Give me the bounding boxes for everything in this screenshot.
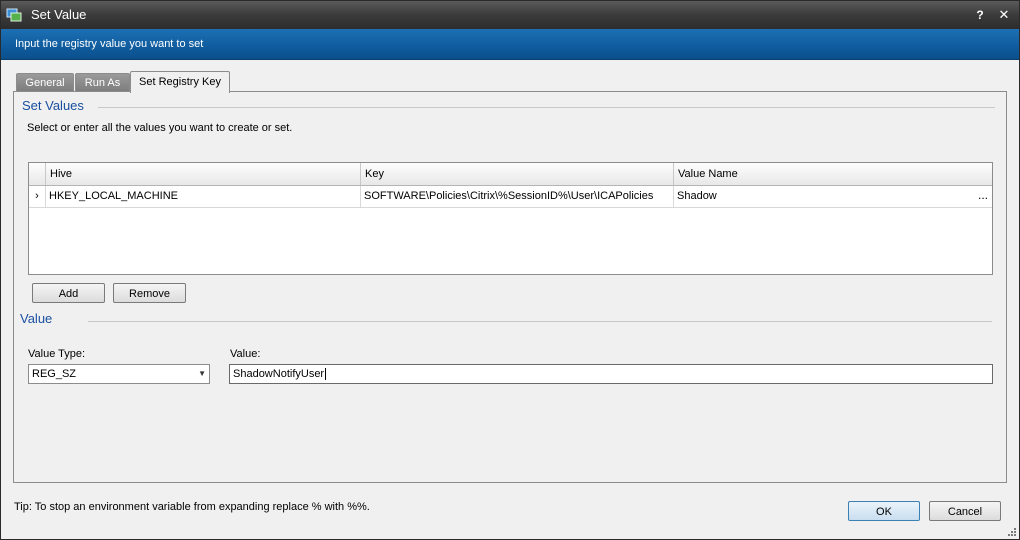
row-indicator-icon: › [35, 190, 39, 202]
value-heading: Value [20, 311, 53, 326]
column-header-value-name[interactable]: Value Name [673, 163, 992, 185]
registry-grid[interactable]: Hive Key Value Name › HKEY_LOCAL_MACHINE… [28, 162, 993, 275]
help-icon[interactable]: ? [971, 6, 989, 24]
value-input[interactable]: ShadowNotifyUser [229, 364, 993, 384]
add-button[interactable]: Add [32, 283, 105, 303]
value-label: Value: [230, 348, 261, 360]
tab-general[interactable]: General [16, 73, 74, 92]
ellipsis-button[interactable]: ... [978, 186, 988, 205]
tip-text: Tip: To stop an environment variable fro… [14, 501, 370, 513]
title-bar[interactable]: Set Value ? ✕ [1, 1, 1019, 29]
value-type-selected: REG_SZ [32, 368, 77, 380]
value-type-select[interactable]: REG_SZ ▼ [28, 364, 210, 384]
cell-key[interactable]: SOFTWARE\Policies\Citrix\%SessionID%\Use… [360, 186, 673, 207]
set-values-description: Select or enter all the values you want … [27, 122, 293, 134]
remove-button[interactable]: Remove [113, 283, 186, 303]
app-icon [6, 8, 22, 22]
ok-button[interactable]: OK [848, 501, 920, 521]
tab-set-registry-key[interactable]: Set Registry Key [130, 71, 230, 93]
cell-hive[interactable]: HKEY_LOCAL_MACHINE [45, 186, 360, 207]
column-header-key[interactable]: Key [360, 163, 673, 185]
set-values-divider [98, 107, 995, 108]
grid-header: Hive Key Value Name [29, 163, 992, 186]
value-divider [88, 321, 992, 322]
value-name-text: Shadow [677, 190, 717, 202]
text-caret [325, 368, 327, 381]
cancel-button[interactable]: Cancel [929, 501, 1001, 521]
resize-grip-icon[interactable] [1006, 526, 1016, 536]
value-type-label: Value Type: [28, 348, 86, 360]
value-input-text: ShadowNotifyUser [233, 365, 327, 383]
close-icon[interactable]: ✕ [995, 6, 1013, 24]
table-row[interactable]: › HKEY_LOCAL_MACHINE SOFTWARE\Policies\C… [29, 186, 992, 208]
column-header-hive[interactable]: Hive [45, 163, 360, 185]
cell-value-name[interactable]: Shadow ... [673, 186, 992, 207]
set-values-heading: Set Values [22, 98, 84, 113]
dropdown-arrow-icon[interactable]: ▼ [198, 365, 206, 383]
set-value-dialog: Set Value ? ✕ Input the registry value y… [0, 0, 1020, 540]
tab-run-as[interactable]: Run As [75, 73, 130, 92]
banner-text: Input the registry value you want to set [15, 38, 204, 50]
instruction-banner: Input the registry value you want to set [1, 29, 1019, 60]
window-title: Set Value [31, 7, 87, 22]
value-input-content: ShadowNotifyUser [233, 368, 325, 380]
